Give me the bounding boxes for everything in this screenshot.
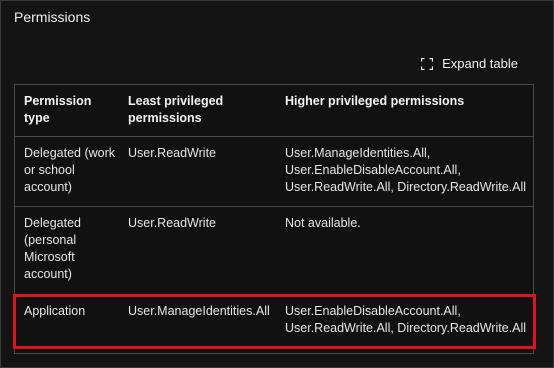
least-privileged-cell: User.ReadWrite <box>128 146 216 160</box>
section-title: Permissions <box>14 9 91 25</box>
higher-privileged-cell: Not available. <box>285 216 361 230</box>
least-privileged-cell: User.ManageIdentities.All <box>128 304 270 318</box>
header-permission-type: Permission type <box>24 94 92 125</box>
permission-type-cell: Delegated (work or school account) <box>24 146 116 194</box>
expand-table-button[interactable]: Expand table <box>421 56 518 71</box>
table-header-row: Permission type Least privileged permiss… <box>15 85 533 137</box>
table-row: Delegated (work or school account) User.… <box>15 137 533 207</box>
least-privileged-cell: User.ReadWrite <box>128 216 216 230</box>
permission-type-cell: Delegated (personal Microsoft account) <box>24 216 81 281</box>
higher-privileged-cell: User.EnableDisableAccount.All, User.Read… <box>285 304 527 335</box>
permission-type-cell: Application <box>24 304 86 318</box>
table-row: Application User.ManageIdentities.All Us… <box>15 295 533 353</box>
permissions-table: Permission type Least privileged permiss… <box>14 84 534 354</box>
higher-privileged-cell: User.ManageIdentities.All, User.EnableDi… <box>285 146 527 194</box>
header-higher-privileged: Higher privileged permissions <box>285 94 465 108</box>
header-least-privileged: Least privileged permissions <box>128 94 224 125</box>
table-row: Delegated (personal Microsoft account) U… <box>15 207 533 295</box>
expand-icon <box>421 57 434 70</box>
expand-table-label: Expand table <box>442 56 518 71</box>
